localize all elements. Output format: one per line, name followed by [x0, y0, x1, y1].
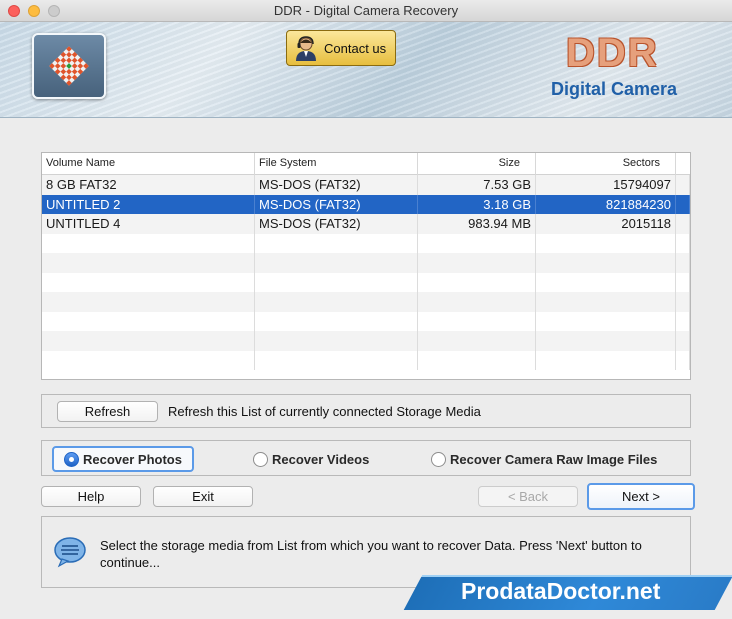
- refresh-button[interactable]: Refresh: [57, 401, 158, 422]
- support-agent-icon: [296, 36, 316, 61]
- recover-photos-label: Recover Photos: [83, 451, 182, 467]
- column-header-size[interactable]: Size: [418, 153, 536, 175]
- radio-unselected-icon[interactable]: [431, 451, 446, 467]
- cell-sectors: 15794097: [536, 175, 676, 195]
- storage-media-table: Volume Name File System Size Sectors 8 G…: [41, 152, 691, 380]
- column-header-volume-name[interactable]: Volume Name: [42, 153, 255, 175]
- back-button[interactable]: < Back: [478, 486, 578, 507]
- column-header-sectors[interactable]: Sectors: [536, 153, 676, 175]
- close-window-button[interactable]: [8, 5, 20, 17]
- empty-row: [42, 311, 690, 331]
- promo-text: ProdataDoctor.net: [461, 578, 661, 604]
- empty-row: [42, 292, 690, 312]
- refresh-description: Refresh this List of currently connected…: [168, 404, 481, 419]
- cell-size: 983.94 MB: [418, 214, 536, 234]
- cell-file-system: MS-DOS (FAT32): [255, 194, 418, 214]
- info-message: Select the storage media from List from …: [100, 538, 642, 570]
- table-header: Volume Name File System Size Sectors: [42, 153, 690, 175]
- cell-file-system: MS-DOS (FAT32): [255, 214, 418, 234]
- next-button[interactable]: Next >: [587, 483, 695, 510]
- empty-row: [42, 272, 690, 292]
- table-row-selected[interactable]: UNTITLED 2 MS-DOS (FAT32) 3.18 GB 821884…: [42, 194, 690, 214]
- cell-volume-name: UNTITLED 2: [42, 194, 255, 214]
- recover-raw-label: Recover Camera Raw Image Files: [450, 451, 658, 467]
- empty-row: [42, 233, 690, 253]
- contact-us-label: Contact us: [324, 40, 387, 56]
- recovery-options-group: Recover Photos Recover Videos Recover Ca…: [41, 440, 691, 476]
- app-logo: [32, 33, 106, 99]
- cell-volume-name: UNTITLED 4: [42, 214, 255, 234]
- radio-unselected-icon[interactable]: [253, 451, 268, 467]
- app-header: Contact us DDR Digital Camera: [0, 22, 732, 118]
- refresh-panel: Refresh Refresh this List of currently c…: [41, 394, 691, 428]
- table-body: 8 GB FAT32 MS-DOS (FAT32) 7.53 GB 157940…: [42, 175, 690, 370]
- recover-raw-option[interactable]: Recover Camera Raw Image Files: [431, 446, 657, 472]
- window-title: DDR - Digital Camera Recovery: [273, 3, 459, 18]
- help-button[interactable]: Help: [41, 486, 141, 507]
- logo-icon: [49, 46, 89, 86]
- column-header-file-system[interactable]: File System: [255, 153, 418, 175]
- title-bar: DDR - Digital Camera Recovery: [0, 0, 732, 22]
- contact-us-button[interactable]: Contact us: [286, 30, 396, 66]
- column-header-spacer: [676, 153, 690, 175]
- brand-title: DDR: [566, 31, 659, 75]
- cell-size: 7.53 GB: [418, 175, 536, 195]
- cell-volume-name: 8 GB FAT32: [42, 175, 255, 195]
- zoom-window-button[interactable]: [48, 5, 60, 17]
- empty-row: [42, 253, 690, 273]
- minimize-window-button[interactable]: [28, 5, 40, 17]
- radio-selected-icon[interactable]: [64, 451, 79, 467]
- speech-bubble-icon: [54, 537, 86, 568]
- cell-sectors: 821884230: [536, 194, 676, 214]
- cell-file-system: MS-DOS (FAT32): [255, 175, 418, 195]
- recover-videos-label: Recover Videos: [272, 451, 370, 467]
- recover-photos-option[interactable]: Recover Photos: [52, 446, 194, 472]
- recover-videos-option[interactable]: Recover Videos: [253, 446, 369, 472]
- table-row[interactable]: UNTITLED 4 MS-DOS (FAT32) 983.94 MB 2015…: [42, 214, 690, 234]
- empty-row: [42, 350, 690, 370]
- cell-size: 3.18 GB: [418, 194, 536, 214]
- brand-subtitle: Digital Camera: [551, 79, 678, 99]
- empty-row: [42, 331, 690, 351]
- cell-sectors: 2015118: [536, 214, 676, 234]
- table-row[interactable]: 8 GB FAT32 MS-DOS (FAT32) 7.53 GB 157940…: [42, 175, 690, 195]
- exit-button[interactable]: Exit: [153, 486, 253, 507]
